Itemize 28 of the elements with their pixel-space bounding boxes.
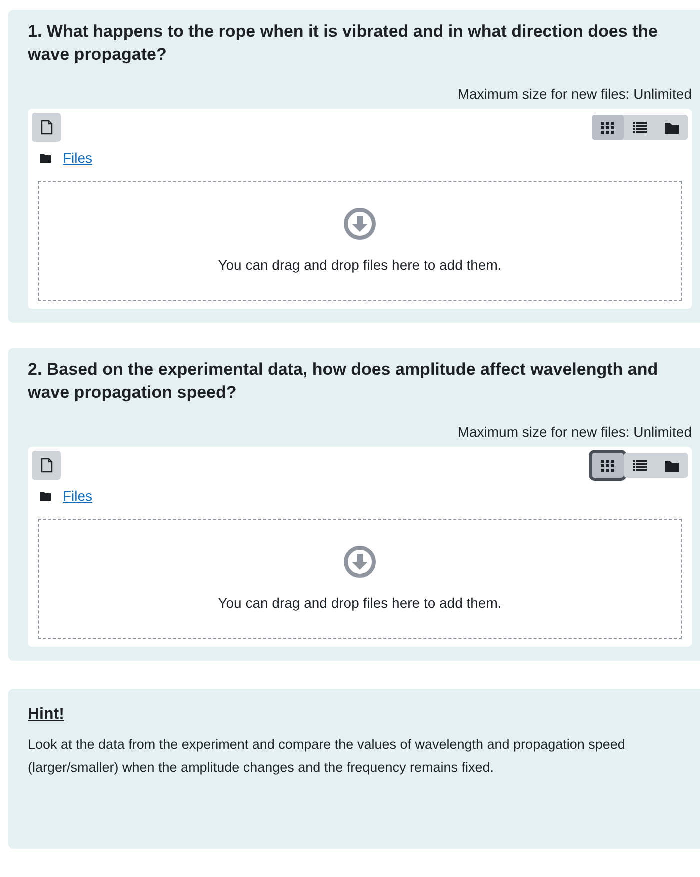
list-icon [632,120,648,134]
list-icon [632,458,648,472]
file-icon [40,120,52,135]
files-link[interactable]: Files [63,148,93,169]
folder-icon [40,492,51,501]
max-size-text: Maximum size for new files: Unlimited [458,423,692,442]
question-text: 1. What happens to the rope when it is vibrated and in what direction does the wave propagate? [28,21,660,66]
drop-zone[interactable]: You can drag and drop files here to add them. [38,181,682,301]
files-link[interactable]: Files [63,486,93,507]
drop-zone-text: You can drag and drop files here to add them. [218,594,502,613]
question-text: 2. Based on the experimental data, how does amplitude affect wavelength and wave propagation speed? [28,359,660,404]
hint-text: Look at the data from the experiment and compare the values of wavelength and propagation speed (larger/smaller) when the amplitude changes and the frequency remains fixed. [28,736,626,777]
folder-icon [664,458,680,472]
download-icon [343,206,377,240]
hint-title: Hint! [28,705,66,725]
download-icon [343,544,377,578]
grid-icon [600,120,616,134]
grid-view-button[interactable] [592,453,624,478]
max-size-text: Maximum size for new files: Unlimited [458,85,692,104]
grid-view-button[interactable] [592,115,624,140]
folder-icon [40,154,51,163]
drop-zone[interactable]: You can drag and drop files here to add them. [38,519,682,639]
grid-icon [600,458,616,472]
file-icon [40,458,52,473]
add-file-button[interactable] [32,113,61,142]
add-file-button[interactable] [32,451,61,480]
folder-icon [664,120,680,134]
drop-zone-text: You can drag and drop files here to add them. [218,256,502,275]
